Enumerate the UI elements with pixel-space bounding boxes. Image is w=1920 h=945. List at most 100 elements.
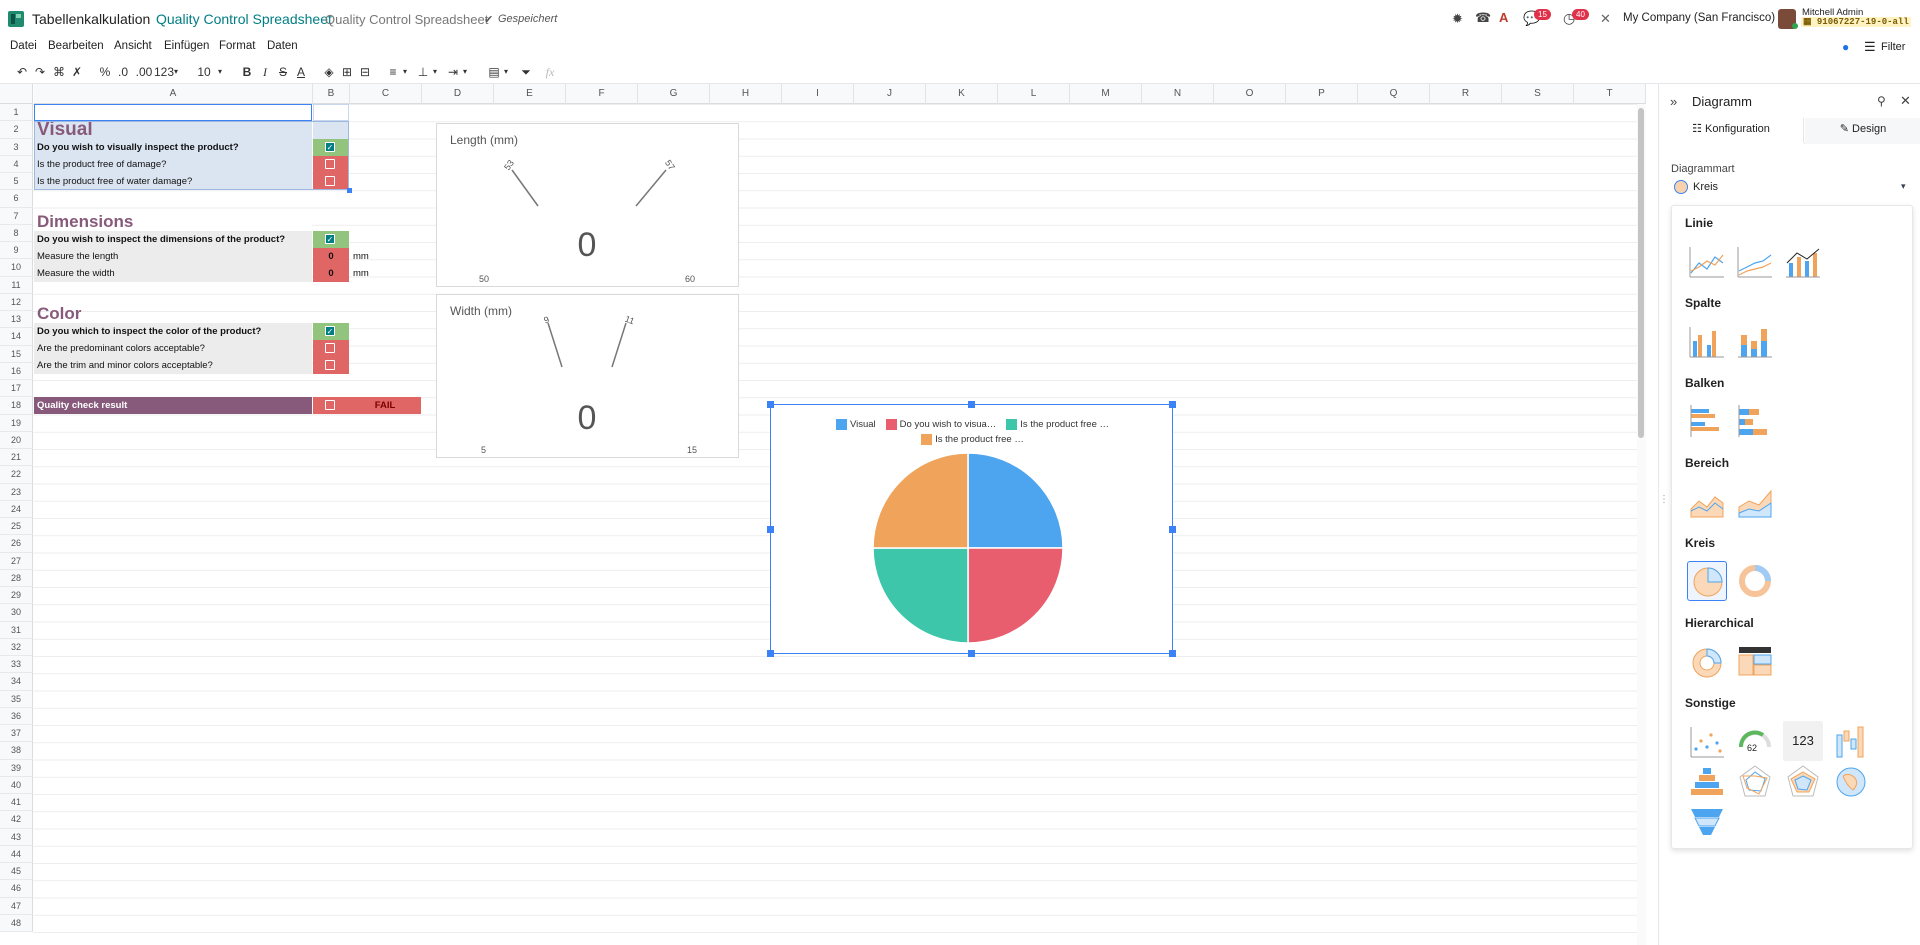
resize-handle-ne[interactable]: [1169, 401, 1176, 408]
row-header[interactable]: 44: [0, 845, 33, 863]
row-header[interactable]: 18: [0, 397, 33, 415]
row-header[interactable]: 22: [0, 466, 33, 484]
collapse-panel-icon[interactable]: »: [1670, 94, 1677, 109]
row-header[interactable]: 48: [0, 914, 33, 932]
redo-icon[interactable]: ↷: [33, 60, 47, 84]
row-header[interactable]: 33: [0, 656, 33, 674]
phone-icon[interactable]: ☎: [1475, 10, 1491, 26]
result-checkbox-cell[interactable]: [313, 397, 349, 414]
result-label[interactable]: Quality check result: [34, 397, 312, 414]
row-header[interactable]: 6: [0, 190, 33, 208]
row-header[interactable]: 14: [0, 328, 33, 346]
trim-checkbox-cell[interactable]: [313, 357, 349, 374]
treemap-chart-icon[interactable]: [1735, 641, 1775, 681]
stacked-area-chart-icon[interactable]: [1735, 481, 1775, 521]
filter-list-icon[interactable]: ☰: [1864, 39, 1876, 55]
resize-handle-e[interactable]: [1169, 526, 1176, 533]
resize-handle-s[interactable]: [968, 650, 975, 657]
row-header[interactable]: 16: [0, 362, 33, 380]
row-header[interactable]: 27: [0, 552, 33, 570]
column-header-s[interactable]: S: [1502, 84, 1574, 104]
water-checkbox-cell[interactable]: [313, 173, 349, 190]
area-chart-icon[interactable]: [1687, 481, 1727, 521]
conditional-format-icon[interactable]: ▤: [487, 60, 501, 84]
row-header[interactable]: 46: [0, 880, 33, 898]
column-header-q[interactable]: Q: [1358, 84, 1430, 104]
row-header[interactable]: 41: [0, 794, 33, 812]
checkbox-unchecked[interactable]: [325, 360, 335, 370]
pie-slice[interactable]: [967, 547, 1064, 644]
row-header[interactable]: 1: [0, 104, 33, 122]
stacked-column-chart-icon[interactable]: [1735, 321, 1775, 361]
row-header[interactable]: 37: [0, 725, 33, 743]
column-header-d[interactable]: D: [422, 84, 494, 104]
column-header-g[interactable]: G: [638, 84, 710, 104]
row-header[interactable]: 19: [0, 414, 33, 432]
selected-cell-a1[interactable]: [34, 104, 312, 121]
chevron-down-icon[interactable]: ▾: [401, 60, 409, 84]
text-color-icon[interactable]: A: [295, 60, 307, 84]
row-header[interactable]: 39: [0, 759, 33, 777]
predominant-checkbox-cell[interactable]: [313, 340, 349, 357]
checkbox-checked[interactable]: ✓: [325, 142, 335, 152]
chevron-down-icon[interactable]: ▾: [431, 60, 439, 84]
scrollbar-thumb[interactable]: [1638, 108, 1644, 438]
color-question[interactable]: Do you which to inspect the color of the…: [34, 323, 312, 340]
tab-design[interactable]: ✎ Design: [1805, 118, 1920, 144]
checkbox-unchecked[interactable]: [325, 159, 335, 169]
cell-b1[interactable]: [313, 104, 349, 121]
percent-button[interactable]: %: [98, 60, 112, 84]
font-size-select[interactable]: 10: [196, 60, 212, 84]
paint-format-icon[interactable]: ⌘: [52, 60, 66, 84]
resize-handle-nw[interactable]: [767, 401, 774, 408]
chevron-down-icon[interactable]: ▾: [461, 60, 469, 84]
menu-item-einfuegen[interactable]: Einfügen: [164, 40, 209, 52]
row-header[interactable]: 10: [0, 259, 33, 277]
resize-handle-w[interactable]: [767, 526, 774, 533]
row-header[interactable]: 13: [0, 311, 33, 329]
row-header[interactable]: 15: [0, 345, 33, 363]
visual-checkbox-cell[interactable]: ✓: [313, 139, 349, 156]
breadcrumb[interactable]: Quality Control Spreadsheet: [156, 11, 332, 27]
color-title[interactable]: Color: [34, 305, 312, 323]
pie-slice[interactable]: [967, 453, 1064, 549]
column-header-f[interactable]: F: [566, 84, 638, 104]
row-header[interactable]: 23: [0, 483, 33, 501]
merge-cells-icon[interactable]: ⊟: [358, 60, 372, 84]
row-header[interactable]: 11: [0, 276, 33, 294]
menu-item-daten[interactable]: Daten: [267, 40, 298, 52]
pie-slice[interactable]: [873, 547, 969, 644]
row-header[interactable]: 29: [0, 587, 33, 605]
increase-decimal-button[interactable]: .00: [134, 60, 154, 84]
pie-slice[interactable]: [873, 453, 969, 549]
tools-icon[interactable]: ✕: [1600, 11, 1611, 27]
stacked-bar-chart-icon[interactable]: [1735, 401, 1775, 441]
row-header[interactable]: 45: [0, 863, 33, 881]
resize-handle-n[interactable]: [968, 401, 975, 408]
row-header[interactable]: 3: [0, 138, 33, 156]
stacked-line-chart-icon[interactable]: [1735, 241, 1775, 281]
radar-chart-icon[interactable]: [1735, 762, 1775, 802]
vertical-align-icon[interactable]: ⊥: [416, 60, 430, 84]
legend-item[interactable]: Is the product free …: [921, 434, 1024, 445]
column-header-c[interactable]: C: [350, 84, 422, 104]
pyramid-chart-icon[interactable]: [1687, 762, 1727, 802]
column-header-o[interactable]: O: [1214, 84, 1286, 104]
row-header[interactable]: 31: [0, 621, 33, 639]
app-name[interactable]: Tabellenkalkulation: [32, 11, 150, 27]
menu-item-ansicht[interactable]: Ansicht: [114, 40, 152, 52]
row-header[interactable]: 9: [0, 242, 33, 260]
column-header-m[interactable]: M: [1070, 84, 1142, 104]
row-header[interactable]: 32: [0, 638, 33, 656]
visual-question[interactable]: Do you wish to visually inspect the prod…: [34, 139, 312, 156]
close-icon[interactable]: ✕: [1900, 93, 1911, 109]
select-all-corner[interactable]: [0, 84, 33, 104]
cell-b2[interactable]: [313, 121, 349, 139]
width-unit[interactable]: mm: [350, 265, 380, 282]
spreadsheet-grid[interactable]: ABCDEFGHIJKLMNOPQRST 1 2 3 4 5 6 7 8 9 10 11 12 13 14…: [0, 84, 1646, 945]
row-header[interactable]: 30: [0, 604, 33, 622]
italic-icon[interactable]: I: [259, 60, 271, 84]
length-unit[interactable]: mm: [350, 248, 380, 265]
chart-type-select[interactable]: Kreis ▾: [1671, 179, 1911, 197]
undo-icon[interactable]: ↶: [15, 60, 29, 84]
